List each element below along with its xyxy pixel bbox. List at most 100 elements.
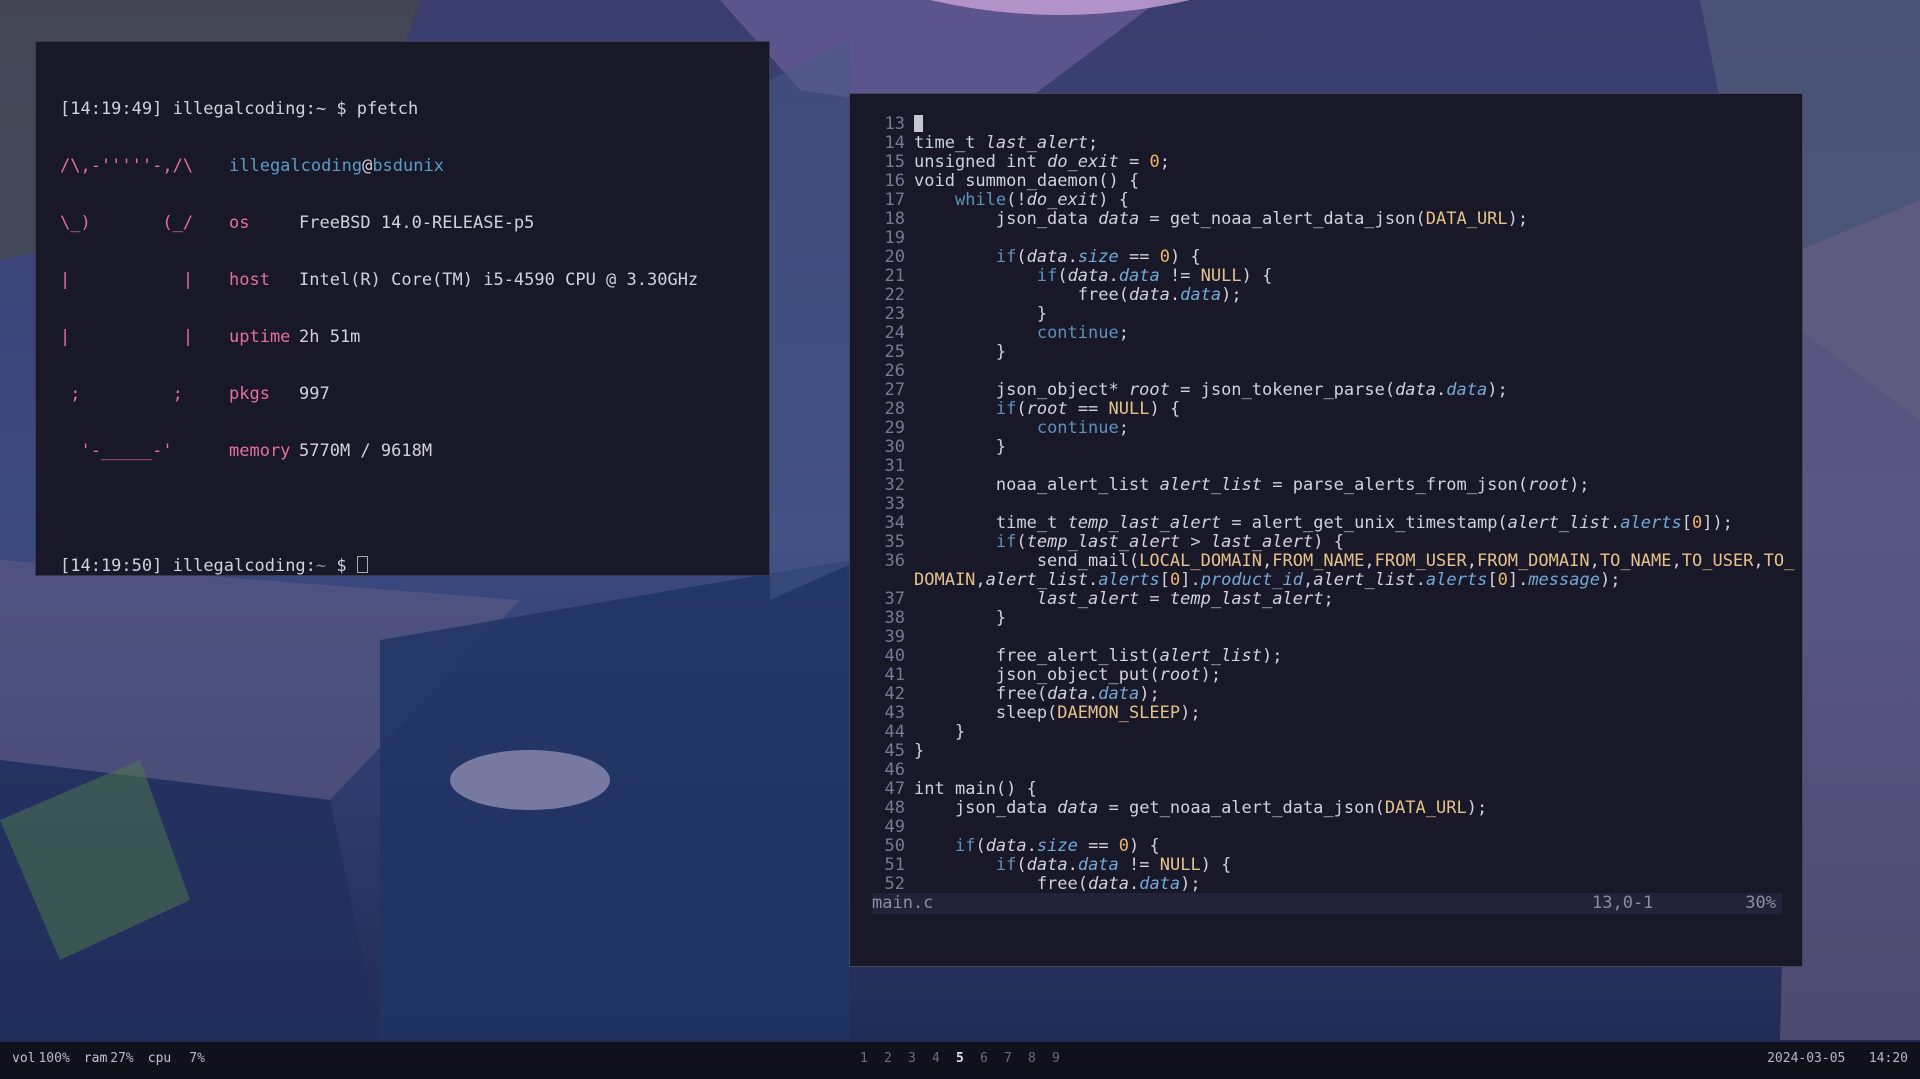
- code-line[interactable]: 41 json_object_put(root);: [850, 666, 1794, 685]
- line-number: 30: [884, 437, 905, 457]
- code-line[interactable]: 17 while(!do_exit) {: [850, 191, 1794, 210]
- date: 2024-03-05: [1767, 1051, 1846, 1066]
- workspace-1[interactable]: 1: [860, 1042, 884, 1075]
- code-line[interactable]: 37 last_alert = temp_last_alert;: [850, 590, 1794, 609]
- line-number: 35: [884, 532, 905, 552]
- code-line[interactable]: 32 noaa_alert_list alert_list = parse_al…: [850, 476, 1794, 495]
- fetch-key: memory: [229, 441, 291, 461]
- terminal-window[interactable]: [14:19:49] illegalcoding:~ $ pfetch /\,-…: [35, 41, 770, 576]
- code-line[interactable]: 45}: [850, 742, 1794, 761]
- system-stats: vol 100% ram 27% cpu 7%: [12, 1042, 208, 1075]
- line-number: 52: [884, 874, 905, 894]
- code-line[interactable]: 31: [850, 457, 1794, 476]
- line-number: 23: [884, 304, 905, 324]
- code-line[interactable]: 50 if(data.size == 0) {: [850, 837, 1794, 856]
- terminal-prompt[interactable]: [14:19:50] illegalcoding:~ $: [60, 556, 769, 576]
- prompt-time: [14:19:50]: [60, 556, 163, 576]
- ram-label: ram: [83, 1051, 108, 1066]
- code-line[interactable]: 19: [850, 229, 1794, 248]
- line-number: 24: [884, 323, 905, 343]
- code-line[interactable]: 20 if(data.size == 0) {: [850, 248, 1794, 267]
- line-number: 26: [884, 361, 905, 381]
- line-number: 31: [884, 456, 905, 476]
- line-number: 21: [884, 266, 905, 286]
- fetch-value: 997: [299, 384, 330, 404]
- line-number: 20: [884, 247, 905, 267]
- line-number: 27: [884, 380, 905, 400]
- code-line[interactable]: 30 }: [850, 438, 1794, 457]
- code-line[interactable]: 49: [850, 818, 1794, 837]
- line-number: 13: [884, 114, 905, 134]
- code-line[interactable]: 18 json_data data = get_noaa_alert_data_…: [850, 210, 1794, 229]
- code-line[interactable]: 16 void summon_daemon() {: [850, 172, 1794, 191]
- line-number: 39: [884, 627, 905, 647]
- fetch-value: 2h 51m: [299, 327, 361, 347]
- code-line[interactable]: 28 if(root == NULL) {: [850, 400, 1794, 419]
- code-line[interactable]: 33: [850, 495, 1794, 514]
- code-line[interactable]: 42 free(data.data);: [850, 685, 1794, 704]
- workspace-7[interactable]: 7: [1004, 1042, 1028, 1075]
- fetch-value: Intel(R) Core(TM) i5-4590 CPU @ 3.30GHz: [299, 270, 699, 290]
- code-buffer[interactable]: 13 14 time_t last_alert; 15 unsigned int do_…: [850, 115, 1795, 894]
- line-number: 51: [884, 855, 905, 875]
- code-line[interactable]: 13: [850, 115, 1794, 134]
- line-number: 32: [884, 475, 905, 495]
- workspace-4[interactable]: 4: [932, 1042, 956, 1075]
- code-line[interactable]: 34 time_t temp_last_alert = alert_get_un…: [850, 514, 1794, 533]
- code-line[interactable]: 52 free(data.data);: [850, 875, 1794, 894]
- code-line[interactable]: 39: [850, 628, 1794, 647]
- code-line[interactable]: 21 if(data.data != NULL) {: [850, 267, 1794, 286]
- code-line[interactable]: 14 time_t last_alert;: [850, 134, 1794, 153]
- code-line[interactable]: 43 sleep(DAEMON_SLEEP);: [850, 704, 1794, 723]
- line-number: 14: [884, 133, 905, 153]
- workspace-3[interactable]: 3: [908, 1042, 932, 1075]
- ascii-logo-line: /\,-'''''-,/\: [60, 156, 194, 176]
- code-line[interactable]: 26: [850, 362, 1794, 381]
- code-line[interactable]: 25 }: [850, 343, 1794, 362]
- ascii-logo-line: | |: [60, 270, 194, 290]
- fetch-key: uptime: [229, 327, 291, 347]
- workspace-2[interactable]: 2: [884, 1042, 908, 1075]
- workspace-6[interactable]: 6: [980, 1042, 1004, 1075]
- prompt-user: illegalcoding:: [172, 556, 316, 576]
- code-line[interactable]: 35 if(temp_last_alert > last_alert) {: [850, 533, 1794, 552]
- line-number: 19: [884, 228, 905, 248]
- code-line[interactable]: 44 }: [850, 723, 1794, 742]
- line-number: 48: [884, 798, 905, 818]
- line-number: 40: [884, 646, 905, 666]
- workspace-8[interactable]: 8: [1028, 1042, 1052, 1075]
- code-line[interactable]: 24 continue;: [850, 324, 1794, 343]
- editor-cursor: [914, 115, 923, 132]
- line-number: 29: [884, 418, 905, 438]
- vol-label: vol: [12, 1051, 36, 1066]
- fetch-key: host: [229, 270, 270, 290]
- ascii-logo-line: | |: [60, 327, 194, 347]
- ascii-logo-line: ; ;: [60, 384, 183, 404]
- code-line[interactable]: 38 }: [850, 609, 1794, 628]
- code-line[interactable]: 23 }: [850, 305, 1794, 324]
- code-line[interactable]: 27 json_object* root = json_tokener_pars…: [850, 381, 1794, 400]
- line-number: 33: [884, 494, 905, 514]
- line-number: 47: [884, 779, 905, 799]
- line-number: 22: [884, 285, 905, 305]
- line-number: 46: [884, 760, 905, 780]
- code-line[interactable]: 22 free(data.data);: [850, 286, 1794, 305]
- text-cursor: [356, 556, 368, 573]
- workspace-9[interactable]: 9: [1052, 1042, 1076, 1075]
- workspace-5[interactable]: 5: [956, 1042, 980, 1075]
- code-line[interactable]: 47 int main() {: [850, 780, 1794, 799]
- code-line[interactable]: 36 send_mail(LOCAL_DOMAIN,FROM_NAME,FROM…: [850, 552, 1795, 571]
- fetch-value: FreeBSD 14.0-RELEASE-p5: [299, 213, 535, 233]
- vim-statusline: main.c 13,0-1 30%: [872, 893, 1782, 914]
- terminal-command-line: [14:19:49] illegalcoding:~ $ pfetch: [60, 99, 419, 119]
- line-number: 25: [884, 342, 905, 362]
- code-line[interactable]: 29 continue;: [850, 419, 1794, 438]
- code-line[interactable]: 51 if(data.data != NULL) {: [850, 856, 1794, 875]
- code-line[interactable]: 48 json_data data = get_noaa_alert_data_…: [850, 799, 1794, 818]
- code-line[interactable]: 15 unsigned int do_exit = 0;: [850, 153, 1794, 172]
- code-line[interactable]: 46: [850, 761, 1794, 780]
- vim-editor-window[interactable]: 13 14 time_t last_alert; 15 unsigned int do_…: [849, 93, 1803, 967]
- code-line[interactable]: DOMAIN,alert_list.alerts[0].product_id,a…: [850, 571, 1794, 590]
- code-line[interactable]: 40 free_alert_list(alert_list);: [850, 647, 1794, 666]
- line-number: 37: [884, 589, 905, 609]
